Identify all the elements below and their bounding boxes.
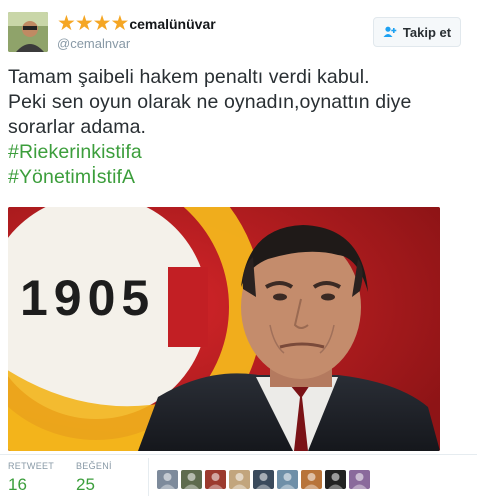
user-handle[interactable]: @cemalnvar <box>57 36 130 51</box>
retweet-label: RETWEET <box>8 461 55 471</box>
liker-avatars <box>157 470 370 489</box>
add-user-icon <box>383 26 397 37</box>
liker-avatar-6[interactable] <box>277 470 298 489</box>
liker-avatar-4[interactable] <box>229 470 250 489</box>
star-emoji-icons: ★★★★ <box>57 12 129 35</box>
follow-button-label: Takip et <box>402 24 452 40</box>
liker-avatar-2[interactable] <box>181 470 202 489</box>
hashtag-link[interactable]: #Riekerinkistifa <box>8 140 463 165</box>
liker-avatar-3[interactable] <box>205 470 226 489</box>
author-name-row[interactable]: ★★★★ cemalünüvar <box>57 12 216 35</box>
stats-separator <box>148 458 149 496</box>
display-name[interactable]: cemalünüvar <box>129 16 215 32</box>
avatar[interactable] <box>8 12 48 52</box>
like-stat[interactable]: BEĞENİ 25 <box>76 461 112 495</box>
tweet-line: Peki sen oyun olarak ne oynadın,oynattın… <box>8 91 412 113</box>
liker-avatar-8[interactable] <box>325 470 346 489</box>
tweet-text: Tamam şaibeli hakem penaltı verdi kabul.… <box>8 65 463 190</box>
liker-avatar-5[interactable] <box>253 470 274 489</box>
profile-photo-icon <box>8 12 48 52</box>
liker-avatar-7[interactable] <box>301 470 322 489</box>
retweet-stat[interactable]: RETWEET 16 <box>8 461 54 495</box>
tweet-line: Tamam şaibeli hakem penaltı verdi kabul. <box>8 66 370 88</box>
follow-button[interactable]: Takip et <box>373 17 461 47</box>
hashtag-link[interactable]: #YönetimİstifA <box>8 165 463 190</box>
liker-avatar-9[interactable] <box>349 470 370 489</box>
retweet-count: 16 <box>8 475 27 494</box>
tweet-photo[interactable]: 1905 <box>8 207 440 451</box>
like-count: 25 <box>76 475 95 494</box>
logo-text: 1905 <box>20 270 155 326</box>
liker-avatar-1[interactable] <box>157 470 178 489</box>
like-label: BEĞENİ <box>76 461 112 471</box>
stats-divider <box>0 454 477 455</box>
photo-image: 1905 <box>8 207 440 451</box>
tweet-line: sorarlar adama. <box>8 116 147 138</box>
